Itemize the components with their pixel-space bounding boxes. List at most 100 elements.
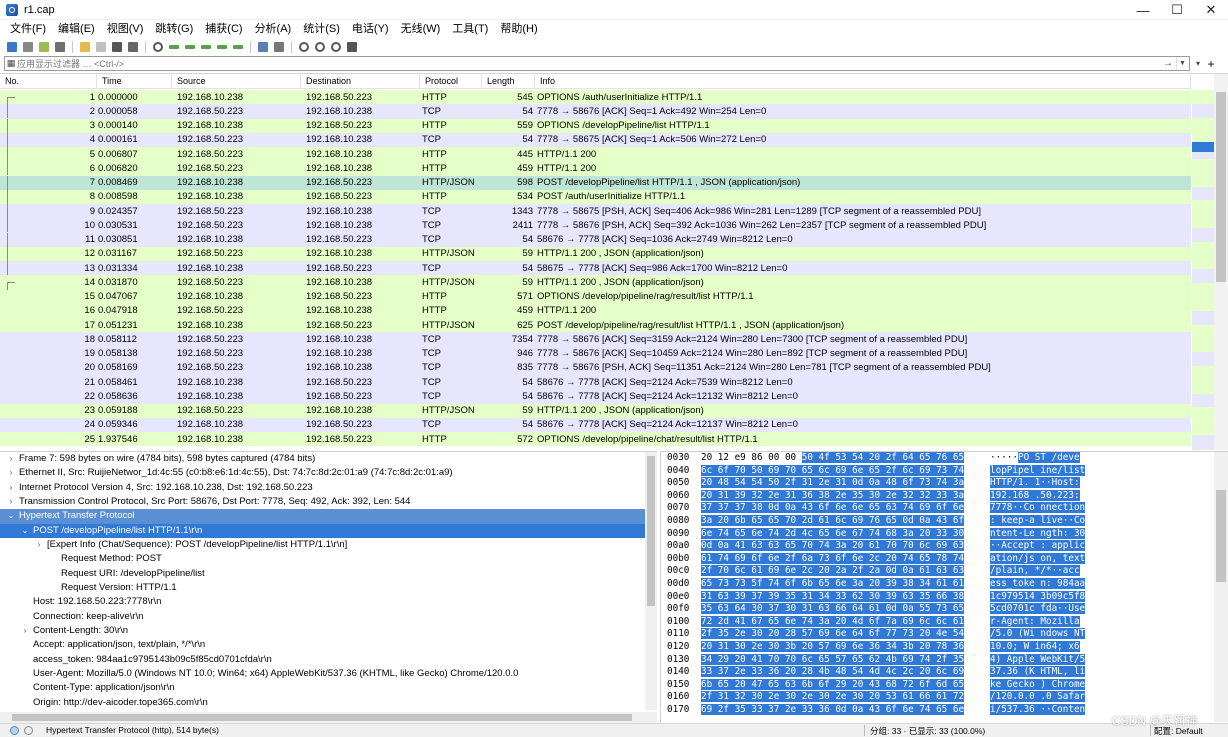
packet-row[interactable]: 16 0.047918 192.168.50.223 192.168.10.238 HT… — [0, 303, 1191, 318]
expand-arrow-icon[interactable]: › — [6, 466, 16, 480]
hex-dump-row[interactable]: 0070 37 37 37 38 0d 0a 43 6f 6e 6e 65 63 … — [661, 502, 1228, 515]
go-to-packet-icon[interactable] — [198, 40, 213, 54]
packet-row[interactable]: 21 0.058461 192.168.10.238 192.168.50.223 TC… — [0, 375, 1191, 390]
detail-tree-item[interactable]: ⌄ POST /developPipeline/list HTTP/1.1\r\n — [0, 523, 645, 538]
packet-row[interactable]: 3 0.000140 192.168.10.238 192.168.50.223 HTT… — [0, 118, 1191, 133]
column-header-protocol[interactable]: Protocol — [420, 74, 482, 89]
details-horizontal-scrollbar[interactable] — [0, 712, 657, 723]
detail-tree-item[interactable]: Origin: http://dev-aicoder.tope365.com\r… — [0, 696, 645, 710]
open-file-icon[interactable] — [77, 40, 92, 54]
menu-item-7[interactable]: 电话(Y) — [346, 21, 395, 38]
details-scrollbar[interactable] — [645, 452, 657, 710]
hex-dump-row[interactable]: 00d0 65 73 73 5f 74 6f 6b 65 6e 3a 20 39 … — [661, 577, 1228, 591]
packet-row[interactable]: 6 0.006820 192.168.50.223 192.168.10.238 HTT… — [0, 161, 1191, 176]
go-last-icon[interactable] — [230, 40, 245, 54]
detail-tree-item[interactable]: Request Method: POST — [0, 552, 645, 566]
maximize-button[interactable]: ☐ — [1160, 0, 1194, 20]
packet-row[interactable]: 17 0.051231 192.168.10.238 192.168.50.223 HT… — [0, 318, 1191, 333]
hex-dump-row[interactable]: 00b0 61 74 69 6f 6e 2f 6a 73 6f 6e 2c 20 … — [661, 552, 1228, 566]
packet-row[interactable]: 9 0.024357 192.168.50.223 192.168.10.238 TCP… — [0, 204, 1191, 219]
packet-list-scrollbar[interactable] — [1214, 74, 1228, 450]
bytes-scroll-thumb[interactable] — [1216, 490, 1226, 582]
expert-info-icon[interactable] — [10, 726, 19, 735]
go-back-icon[interactable] — [166, 40, 181, 54]
minimize-button[interactable]: — — [1126, 0, 1160, 20]
stop-capture-icon[interactable] — [20, 40, 35, 54]
menu-item-4[interactable]: 捕获(C) — [199, 21, 248, 38]
expand-arrow-icon[interactable]: › — [6, 452, 16, 466]
detail-tree-item[interactable]: › Content-Length: 30\r\n — [0, 624, 645, 638]
packet-row[interactable]: 23 0.059188 192.168.50.223 192.168.10.238 HT… — [0, 403, 1191, 418]
column-header-source[interactable]: Source — [172, 74, 301, 89]
save-file-icon[interactable] — [93, 40, 108, 54]
hex-dump-row[interactable]: 0060 20 31 39 32 2e 31 36 38 2e 35 30 2e … — [661, 489, 1228, 503]
detail-tree-item[interactable]: › [Expert Info (Chat/Sequence): POST /dev… — [0, 538, 645, 552]
hex-dump-row[interactable]: 0130 34 29 20 41 70 70 6c 65 57 65 62 4b … — [661, 653, 1228, 667]
packet-row[interactable]: 2 0.000058 192.168.50.223 192.168.10.238 TCP… — [0, 104, 1191, 119]
packet-row[interactable]: 11 0.030851 192.168.10.238 192.168.50.223 TC… — [0, 232, 1191, 247]
filter-expression-icon[interactable]: ▾ — [1193, 57, 1203, 70]
column-header-no[interactable]: No. — [0, 74, 97, 89]
detail-tree-item[interactable]: Connection: keep-alive\r\n — [0, 610, 645, 624]
column-header-length[interactable]: Length — [482, 74, 535, 89]
apply-filter-arrow-icon[interactable]: → — [1161, 57, 1175, 70]
capture-options-icon[interactable] — [52, 40, 67, 54]
filter-history-dropdown-icon[interactable]: ▼ — [1176, 57, 1188, 70]
menu-item-9[interactable]: 工具(T) — [446, 21, 494, 38]
go-first-icon[interactable] — [214, 40, 229, 54]
packet-row[interactable]: 8 0.008598 192.168.10.238 192.168.50.223 HTT… — [0, 189, 1191, 204]
detail-tree-item[interactable]: User-Agent: Mozilla/5.0 (Windows NT 10.0… — [0, 667, 645, 681]
hex-dump-row[interactable]: 0030 20 12 e9 86 00 00 50 4f 53 54 20 2f … — [661, 452, 1228, 465]
capture-comment-icon[interactable] — [24, 726, 33, 735]
hex-dump-row[interactable]: 0090 6e 74 65 6e 74 2d 4c 65 6e 67 74 68 … — [661, 527, 1228, 541]
expand-arrow-icon[interactable]: › — [6, 481, 16, 495]
auto-scroll-icon[interactable] — [255, 40, 270, 54]
menu-item-10[interactable]: 帮助(H) — [494, 21, 543, 38]
detail-tree-item[interactable]: Accept: application/json, text/plain, */… — [0, 638, 645, 652]
packet-row[interactable]: 10 0.030531 192.168.50.223 192.168.10.238 TC… — [0, 218, 1191, 233]
hex-dump-row[interactable]: 0150 6b 65 20 47 65 63 6b 6f 29 20 43 68 … — [661, 678, 1228, 692]
add-filter-button-icon[interactable]: + — [1205, 56, 1217, 71]
packet-row[interactable]: 15 0.047067 192.168.10.238 192.168.50.223 HT… — [0, 289, 1191, 304]
zoom-normal-icon[interactable] — [328, 40, 343, 54]
packet-row[interactable]: 5 0.006807 192.168.50.223 192.168.10.238 HTT… — [0, 147, 1191, 162]
packet-list-scroll-thumb[interactable] — [1216, 92, 1226, 282]
bytes-scrollbar[interactable] — [1214, 452, 1228, 722]
reload-icon[interactable] — [125, 40, 140, 54]
hex-dump-row[interactable]: 0140 33 37 2e 33 36 20 28 4b 48 54 4d 4c … — [661, 666, 1228, 679]
expand-arrow-icon[interactable]: › — [20, 624, 30, 638]
menu-item-1[interactable]: 编辑(E) — [52, 21, 101, 38]
packet-row[interactable]: 14 0.031870 192.168.50.223 192.168.10.238 HT… — [0, 275, 1191, 297]
detail-tree-item[interactable]: Request Version: HTTP/1.1 — [0, 581, 645, 595]
packet-row[interactable]: 4 0.000161 192.168.50.223 192.168.10.238 TCP… — [0, 132, 1191, 147]
restart-capture-icon[interactable] — [36, 40, 51, 54]
packet-row[interactable]: 24 0.059346 192.168.10.238 192.168.50.223 TC… — [0, 417, 1191, 432]
display-filter-input[interactable] — [17, 57, 1157, 70]
expand-arrow-icon[interactable]: › — [34, 538, 44, 552]
menu-item-2[interactable]: 视图(V) — [101, 21, 150, 38]
collapse-arrow-icon[interactable]: ⌄ — [20, 524, 30, 538]
collapse-arrow-icon[interactable]: ⌄ — [6, 509, 16, 523]
detail-tree-item[interactable]: Host: 192.168.50.223:7778\r\n — [0, 595, 645, 609]
menu-item-0[interactable]: 文件(F) — [4, 21, 52, 38]
hex-dump-row[interactable]: 0080 3a 20 6b 65 65 70 2d 61 6c 69 76 65 … — [661, 514, 1228, 528]
hex-dump-row[interactable]: 00e0 31 63 39 37 39 35 31 34 33 62 30 39 … — [661, 590, 1228, 604]
menu-item-8[interactable]: 无线(W) — [395, 21, 447, 38]
detail-tree-item[interactable]: › Internet Protocol Version 4, Src: 192.1… — [0, 481, 645, 495]
zoom-out-icon[interactable] — [312, 40, 327, 54]
column-header-destination[interactable]: Destination — [301, 74, 420, 89]
detail-tree-item[interactable]: Request URI: /developPipeline/list — [0, 567, 645, 581]
column-header-info[interactable]: Info — [535, 74, 1191, 89]
packet-row[interactable]: 20 0.058169 192.168.50.223 192.168.10.238 TC… — [0, 360, 1191, 375]
hex-dump-row[interactable]: 0160 2f 31 32 30 2e 30 2e 30 2e 30 20 53 … — [661, 691, 1228, 704]
expand-arrow-icon[interactable]: › — [6, 495, 16, 509]
packet-row[interactable]: 25 1.937546 192.168.10.238 192.168.50.223 HT… — [0, 432, 1191, 447]
menu-item-3[interactable]: 跳转(G) — [149, 21, 199, 38]
detail-tree-item[interactable]: access_token: 984aa1c9795143b09c5f85cd07… — [0, 653, 645, 667]
close-button[interactable]: ✕ — [1194, 0, 1228, 20]
packet-row[interactable]: 18 0.058112 192.168.50.223 192.168.10.238 TC… — [0, 332, 1191, 347]
hex-dump-row[interactable]: 0040 6c 6f 70 50 69 70 65 6c 69 6e 65 2f … — [661, 464, 1228, 478]
hex-dump-row[interactable]: 00f0 35 63 64 30 37 30 31 63 66 64 61 0d … — [661, 603, 1228, 616]
hex-dump-row[interactable]: 0120 20 31 30 2e 30 3b 20 57 69 6e 36 34 … — [661, 640, 1228, 654]
menu-item-5[interactable]: 分析(A) — [249, 21, 298, 38]
